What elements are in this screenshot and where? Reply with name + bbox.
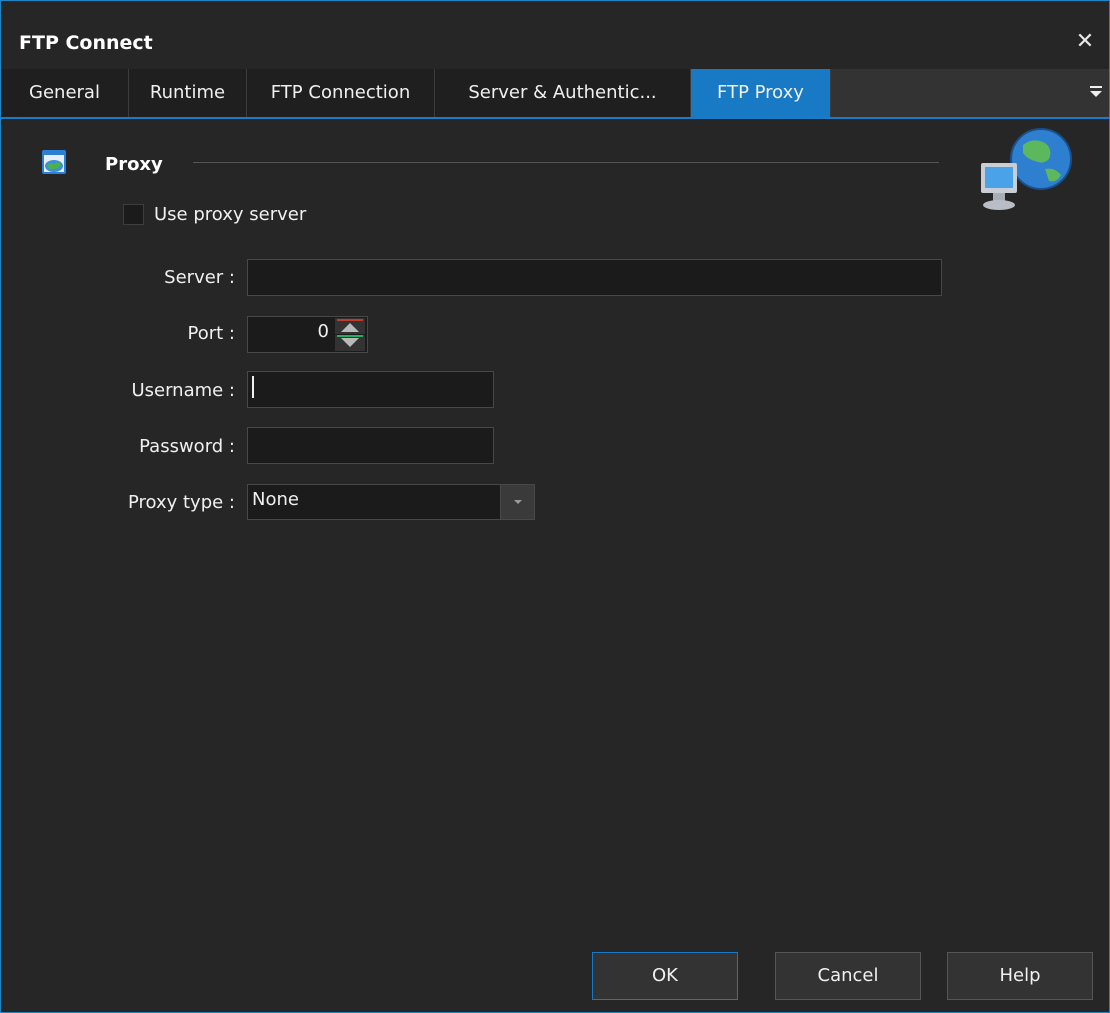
ftp-connect-dialog: FTP Connect ✕ General Runtime FTP Connec… <box>0 0 1110 1013</box>
tab-bar: General Runtime FTP Connection Server & … <box>1 69 1109 119</box>
username-input[interactable] <box>247 371 494 408</box>
port-value: 0 <box>317 321 329 342</box>
port-label: Port : <box>187 323 235 344</box>
help-button[interactable]: Help <box>947 952 1093 1000</box>
port-stepper[interactable]: 0 <box>247 316 368 353</box>
tab-general[interactable]: General <box>1 69 129 117</box>
network-globe-icon <box>981 128 1072 210</box>
use-proxy-label[interactable]: Use proxy server <box>154 204 306 225</box>
password-label: Password : <box>139 436 235 457</box>
proxy-group-title: Proxy <box>105 154 163 175</box>
overflow-menu-icon[interactable] <box>1089 83 1103 101</box>
use-proxy-checkbox[interactable] <box>123 204 144 225</box>
tab-ftp-connection[interactable]: FTP Connection <box>247 69 435 117</box>
spin-down-icon[interactable] <box>335 335 365 351</box>
dialog-title: FTP Connect <box>19 32 153 54</box>
proxy-type-value: None <box>252 489 299 510</box>
spin-up-icon[interactable] <box>335 318 365 334</box>
chevron-down-icon[interactable] <box>500 485 534 519</box>
tab-runtime[interactable]: Runtime <box>129 69 247 117</box>
proxy-type-select[interactable]: None <box>247 484 535 520</box>
password-input[interactable] <box>247 427 494 464</box>
close-icon[interactable]: ✕ <box>1069 27 1101 59</box>
server-input[interactable] <box>247 259 942 296</box>
server-label: Server : <box>164 267 235 288</box>
tab-server-authentication[interactable]: Server & Authentic... <box>435 69 691 117</box>
proxy-window-icon <box>42 150 66 174</box>
text-caret <box>252 376 254 398</box>
username-label: Username : <box>131 380 235 401</box>
tab-content-ftp-proxy <box>1 119 1109 1012</box>
tab-ftp-proxy[interactable]: FTP Proxy <box>691 69 831 117</box>
cancel-button[interactable]: Cancel <box>775 952 921 1000</box>
title-bar: FTP Connect ✕ <box>1 1 1109 69</box>
group-divider <box>193 162 939 163</box>
ok-button[interactable]: OK <box>592 952 738 1000</box>
proxy-type-label: Proxy type : <box>127 492 235 513</box>
